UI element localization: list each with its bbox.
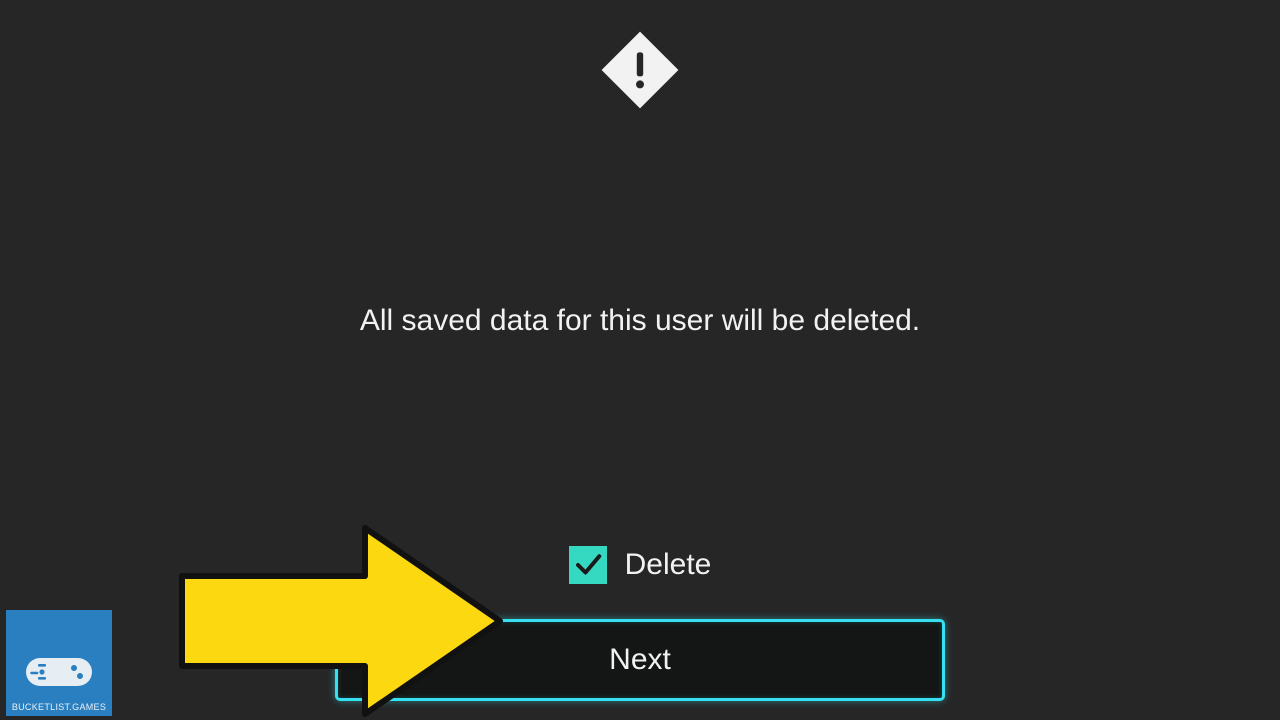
site-badge: BUCKETLIST.GAMES — [6, 610, 112, 716]
checkbox-label: Delete — [625, 548, 712, 582]
alert-icon — [600, 30, 680, 110]
gamepad-icon — [24, 650, 94, 694]
next-button[interactable]: Next — [335, 619, 945, 701]
badge-text: BUCKETLIST.GAMES — [12, 702, 106, 712]
warning-message: All saved data for this user will be del… — [0, 304, 1280, 338]
next-button-label: Next — [609, 643, 671, 676]
checkmark-icon — [569, 546, 607, 584]
delete-checkbox-row[interactable]: Delete — [335, 546, 945, 584]
